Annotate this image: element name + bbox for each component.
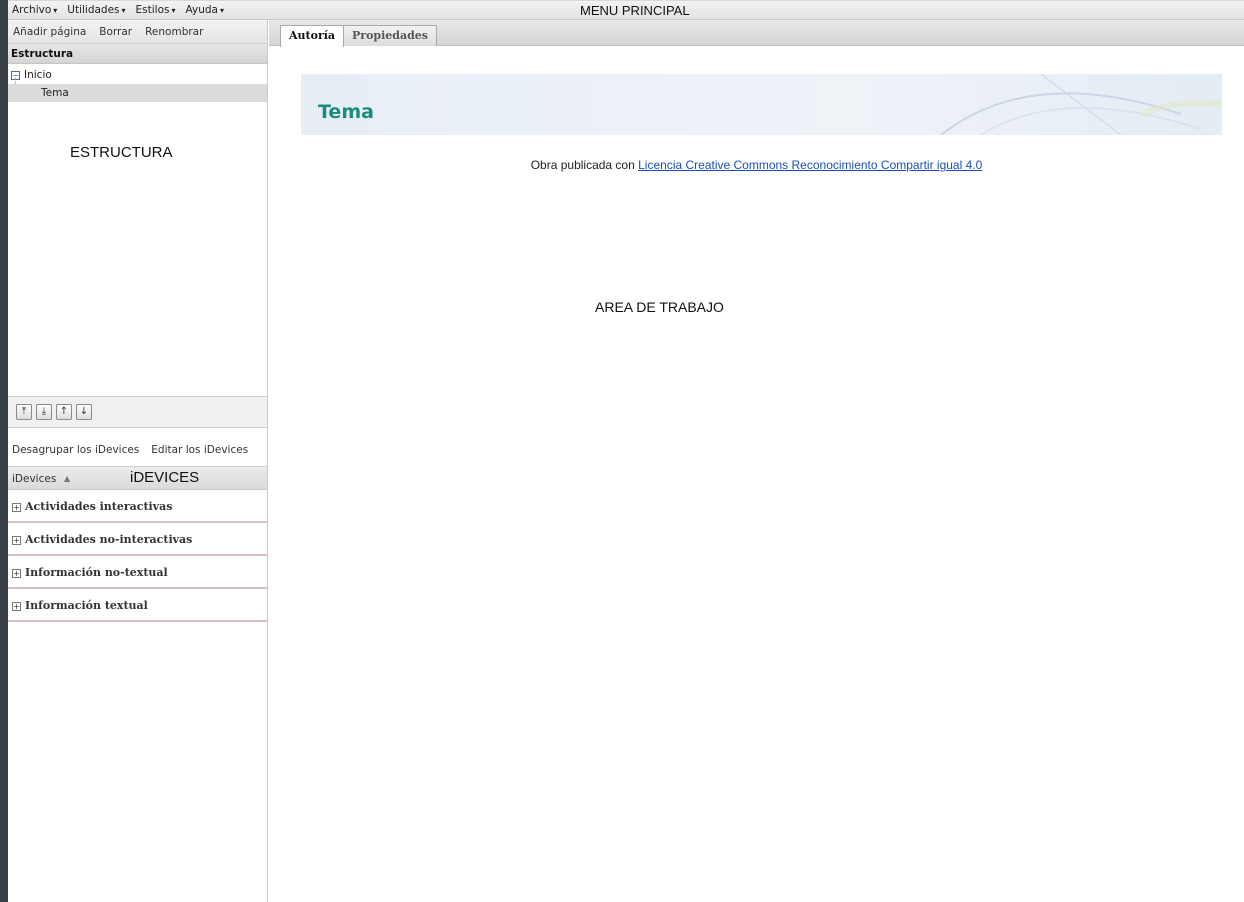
category-label: Información no-textual [25,566,168,579]
caret-down-icon: ▾ [53,6,58,15]
menu-ayuda[interactable]: Ayuda ▾ [186,4,224,16]
annotation-idevices: iDEVICES [130,469,200,486]
page-toolbar: Añadir página Borrar Renombrar [8,20,267,44]
tree-node-label: Inicio [24,69,52,81]
right-panel: Autoría Propiedades Tema Obra publicada … [269,20,1244,902]
rename-page-button[interactable]: Renombrar [145,26,203,38]
tree-node-label: Tema [41,87,69,99]
license-link[interactable]: Licencia Creative Commons Reconocimiento… [638,158,982,172]
structure-heading: Estructura [8,44,267,64]
idevice-category-non-textual[interactable]: + Información no-textual [8,556,267,589]
expand-icon: + [12,601,21,611]
arrow-top-icon: ⤒ [21,406,27,417]
expand-icon: + [12,502,21,512]
app-window: Archivo ▾ Utilidades ▾ Estilos ▾ Ayuda ▾ MEN… [0,0,1244,902]
main-menubar: Archivo ▾ Utilidades ▾ Estilos ▾ Ayuda ▾ MEN… [8,0,1244,20]
annotation-estructura: ESTRUCTURA [70,144,173,161]
expand-icon: + [12,568,21,578]
delete-page-button[interactable]: Borrar [99,26,132,38]
arrow-down-icon: ↓ [79,406,89,417]
menu-label: Archivo [12,4,52,16]
tab-strip: Autoría Propiedades [269,20,1244,47]
arrow-bottom-icon: ⤓ [41,406,47,417]
menu-estilos[interactable]: Estilos ▾ [136,4,176,16]
move-toolbar: ⤒ ⤓ ↑ ↓ [8,396,267,428]
idevice-category-interactive[interactable]: + Actividades interactivas [8,490,267,523]
category-label: Información textual [25,599,148,612]
add-page-button[interactable]: Añadir página [13,26,86,38]
idevices-heading-label: iDevices [12,473,57,485]
caret-down-icon: ▾ [171,6,176,15]
menu-label: Ayuda [185,4,218,16]
category-label: Actividades no-interactivas [25,533,193,546]
move-top-button[interactable]: ⤒ [16,404,32,420]
tree-node-tema[interactable]: Tema [8,84,267,102]
caret-down-icon: ▾ [121,6,126,15]
license-notice: Obra publicada con Licencia Creative Com… [269,158,1244,172]
idevices-heading[interactable]: iDevices ▲ iDEVICES [8,466,267,490]
idevices-toolbar: Desagrupar los iDevices Editar los iDevi… [8,428,267,466]
page-header-banner: Tema [301,74,1222,135]
annotation-menu-principal: MENU PRINCIPAL [580,3,690,18]
annotation-area-de-trabajo: AREA DE TRABAJO [595,299,724,315]
expand-icon: + [12,535,21,545]
ungroup-idevices-button[interactable]: Desagrupar los iDevices [12,444,139,466]
menu-list: Archivo ▾ Utilidades ▾ Estilos ▾ Ayuda ▾ [12,4,224,16]
idevice-category-non-interactive[interactable]: + Actividades no-interactivas [8,523,267,556]
tab-autoria[interactable]: Autoría [280,25,345,47]
sort-asc-icon: ▲ [64,474,71,483]
structure-tree: − Inicio Tema ESTRUCTURA [8,64,267,396]
tab-propiedades[interactable]: Propiedades [343,25,437,46]
move-down-button[interactable]: ↓ [76,404,92,420]
menu-label: Utilidades [67,4,120,16]
menu-utilidades[interactable]: Utilidades ▾ [67,4,125,16]
arrow-up-icon: ↑ [59,406,69,417]
left-panel: Añadir página Borrar Renombrar Estructur… [8,20,268,902]
edit-idevices-button[interactable]: Editar los iDevices [151,444,248,466]
page-title: Tema [318,101,374,123]
move-up-button[interactable]: ↑ [56,404,72,420]
menu-archivo[interactable]: Archivo ▾ [12,4,57,16]
banner-decoration [940,74,1222,135]
idevice-category-textual[interactable]: + Información textual [8,589,267,622]
license-prefix: Obra publicada con [530,158,635,172]
caret-down-icon: ▾ [219,6,224,15]
category-label: Actividades interactivas [25,500,173,513]
move-bottom-button[interactable]: ⤓ [36,404,52,420]
menu-label: Estilos [135,4,170,16]
work-area: Tema Obra publicada con Licencia Creativ… [269,46,1244,902]
